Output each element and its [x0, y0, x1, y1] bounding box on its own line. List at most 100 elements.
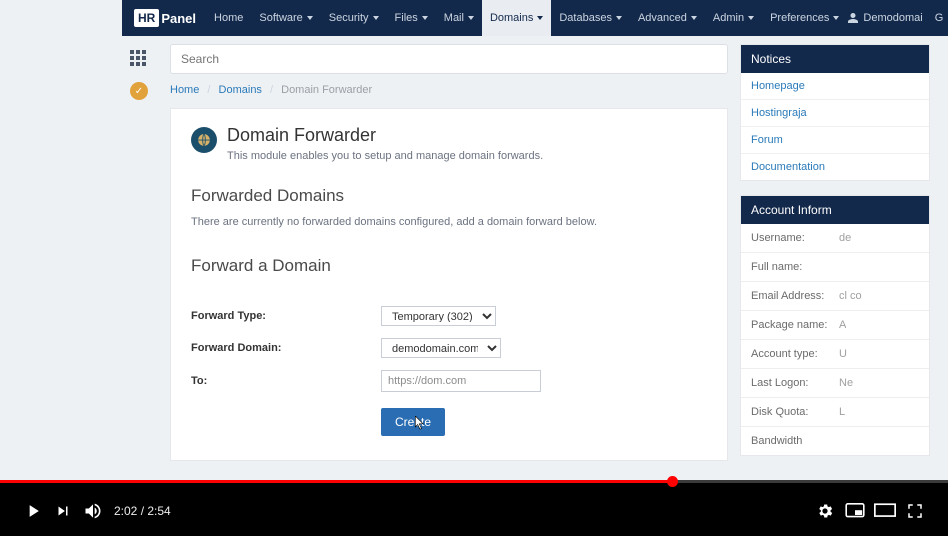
notices-card: Notices HomepageHostingrajaForumDocument…	[740, 44, 930, 181]
account-title: Account Inform	[741, 196, 929, 224]
account-card: Account Inform Username:de Full name: Emai…	[740, 195, 930, 456]
account-row: Email Address:cl co	[741, 281, 929, 310]
video-progress-played	[0, 480, 672, 483]
play-button[interactable]	[18, 496, 48, 526]
forward-domain-label: Forward Domain:	[191, 342, 381, 354]
nav-domains[interactable]: Domains	[482, 0, 551, 36]
forward-domain-select[interactable]: demodomain.com	[381, 338, 501, 358]
gear-icon	[816, 502, 834, 520]
fullscreen-button[interactable]	[900, 496, 930, 526]
account-label: Package name:	[751, 319, 839, 331]
account-value: Ne	[839, 377, 853, 389]
user-icon	[847, 12, 859, 24]
notice-link[interactable]: Documentation	[741, 153, 929, 180]
cursor-icon	[415, 416, 425, 430]
video-time-current: 2:02	[114, 504, 137, 518]
brand-prefix: HR	[134, 9, 159, 27]
account-row: Full name:	[741, 252, 929, 281]
forward-to-row: To:	[191, 370, 707, 392]
breadcrumb-sep: /	[207, 84, 210, 96]
globe-icon	[191, 127, 217, 153]
settings-button[interactable]	[810, 496, 840, 526]
forward-to-label: To:	[191, 375, 381, 387]
breadcrumb-home[interactable]: Home	[170, 84, 199, 96]
account-value: L	[839, 406, 845, 418]
breadcrumb-sep: /	[270, 84, 273, 96]
nav-mail[interactable]: Mail	[436, 0, 482, 36]
video-time: 2:02 / 2:54	[114, 504, 171, 518]
account-label: Account type:	[751, 348, 839, 360]
chevron-down-icon	[537, 16, 543, 20]
create-button[interactable]: Create	[381, 408, 445, 436]
chevron-down-icon	[307, 16, 313, 20]
forward-type-select[interactable]: Temporary (302)	[381, 306, 496, 326]
video-time-duration: 2:54	[147, 504, 170, 518]
breadcrumb-current: Domain Forwarder	[281, 84, 372, 96]
account-label: Last Logon:	[751, 377, 839, 389]
miniplayer-icon	[845, 503, 865, 519]
video-player-frame: HR Panel HomeSoftwareSecurityFilesMailDo…	[0, 0, 948, 536]
video-controls: 2:02 / 2:54	[0, 486, 948, 536]
chevron-down-icon	[691, 16, 697, 20]
nav-files[interactable]: Files	[387, 0, 436, 36]
top-navbar: HR Panel HomeSoftwareSecurityFilesMailDo…	[122, 0, 948, 36]
nav-home[interactable]: Home	[206, 0, 251, 36]
account-row: Bandwidth	[741, 426, 929, 455]
breadcrumb-domains[interactable]: Domains	[219, 84, 262, 96]
nav-databases[interactable]: Databases	[551, 0, 630, 36]
user-name: Demodomai	[863, 12, 922, 24]
chevron-down-icon	[422, 16, 428, 20]
chevron-down-icon	[616, 16, 622, 20]
nav-items: HomeSoftwareSecurityFilesMailDomainsData…	[206, 0, 847, 36]
account-row: Last Logon:Ne	[741, 368, 929, 397]
main-column: Home / Domains / Domain Forwarder Domain…	[170, 44, 728, 461]
nav-software[interactable]: Software	[251, 0, 320, 36]
notice-link[interactable]: Homepage	[741, 73, 929, 99]
main-panel: Domain Forwarder This module enables you…	[170, 108, 728, 461]
account-label: Username:	[751, 232, 839, 244]
chevron-down-icon	[373, 16, 379, 20]
apps-grid-icon[interactable]	[130, 50, 148, 68]
nav-preferences[interactable]: Preferences	[762, 0, 847, 36]
refresh-icon: G	[935, 12, 944, 24]
account-label: Full name:	[751, 261, 839, 273]
notices-title: Notices	[741, 45, 929, 73]
forwarded-domains-desc: There are currently no forwarded domains…	[191, 216, 707, 228]
left-icon-strip: ✓	[130, 50, 154, 100]
nav-security[interactable]: Security	[321, 0, 387, 36]
account-label: Email Address:	[751, 290, 839, 302]
search-input[interactable]	[170, 44, 728, 74]
chevron-down-icon	[833, 16, 839, 20]
video-content: HR Panel HomeSoftwareSecurityFilesMailDo…	[0, 0, 948, 480]
module-header: Domain Forwarder This module enables you…	[191, 125, 707, 162]
fullscreen-icon	[906, 502, 924, 520]
video-time-sep: /	[137, 504, 147, 518]
refresh-button[interactable]: G	[929, 0, 948, 36]
forward-a-domain-title: Forward a Domain	[191, 256, 707, 276]
settings-circle-icon[interactable]: ✓	[130, 82, 148, 100]
miniplayer-button[interactable]	[840, 496, 870, 526]
right-sidebar: Notices HomepageHostingrajaForumDocument…	[740, 44, 930, 456]
volume-button[interactable]	[78, 496, 108, 526]
nav-admin[interactable]: Admin	[705, 0, 762, 36]
account-value: U	[839, 348, 847, 360]
notice-link[interactable]: Hostingraja	[741, 99, 929, 126]
account-row: Account type:U	[741, 339, 929, 368]
account-body: Username:de Full name: Email Address:cl co…	[741, 224, 929, 455]
module-title: Domain Forwarder	[227, 125, 543, 146]
forward-to-input[interactable]	[381, 370, 541, 392]
account-value: de	[839, 232, 851, 244]
video-progress-bar[interactable]	[0, 480, 948, 483]
user-menu[interactable]: Demodomai	[847, 12, 928, 24]
forwarded-domains-title: Forwarded Domains	[191, 186, 707, 206]
account-label: Bandwidth	[751, 435, 839, 447]
account-row: Username:de	[741, 224, 929, 252]
account-row: Disk Quota:L	[741, 397, 929, 426]
brand-logo[interactable]: HR Panel	[122, 9, 206, 27]
nav-advanced[interactable]: Advanced	[630, 0, 705, 36]
theater-button[interactable]	[870, 496, 900, 526]
next-button[interactable]	[48, 496, 78, 526]
notice-link[interactable]: Forum	[741, 126, 929, 153]
account-row: Package name:A	[741, 310, 929, 339]
module-desc: This module enables you to setup and man…	[227, 150, 543, 162]
